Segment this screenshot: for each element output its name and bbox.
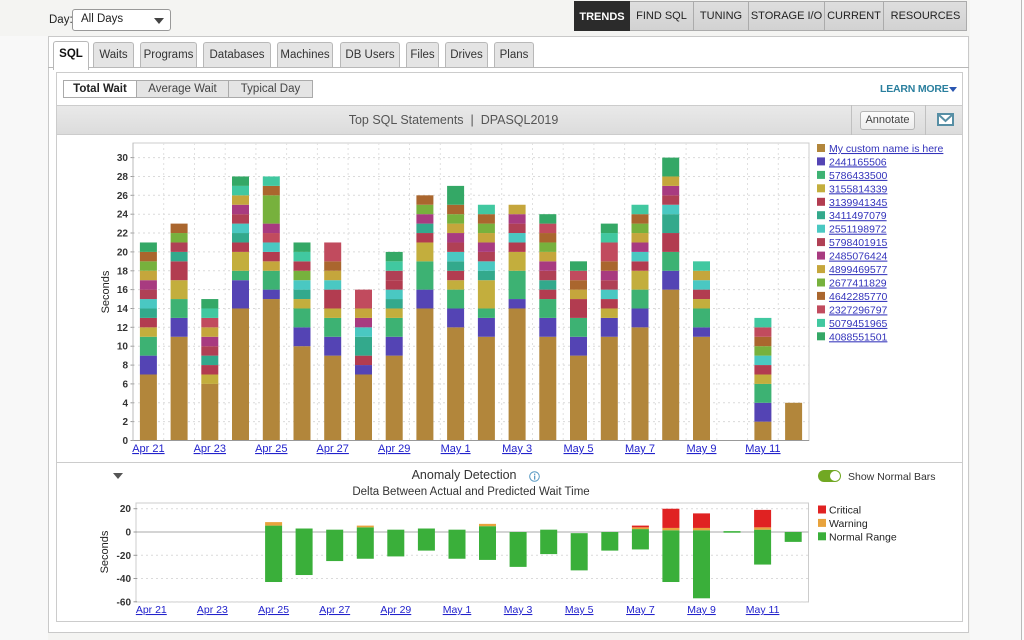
svg-text:6: 6 — [122, 379, 128, 390]
svg-text:Apr 21: Apr 21 — [136, 604, 167, 616]
svg-text:22: 22 — [117, 229, 129, 240]
svg-text:Apr 23: Apr 23 — [194, 443, 226, 455]
svg-text:Apr 21: Apr 21 — [132, 443, 164, 455]
svg-text:2551198972: 2551198972 — [829, 224, 887, 236]
svg-text:May 5: May 5 — [565, 604, 594, 616]
svg-text:May 3: May 3 — [504, 604, 533, 616]
svg-text:Apr 27: Apr 27 — [316, 443, 348, 455]
svg-text:-40: -40 — [117, 574, 132, 585]
svg-text:May 9: May 9 — [687, 604, 716, 616]
svg-text:5079451965: 5079451965 — [829, 318, 888, 330]
svg-text:3411497079: 3411497079 — [829, 210, 887, 222]
svg-text:Apr 27: Apr 27 — [319, 604, 350, 616]
svg-text:20: 20 — [120, 504, 132, 515]
svg-text:May 11: May 11 — [746, 604, 780, 616]
svg-text:Seconds: Seconds — [99, 530, 111, 573]
svg-text:14: 14 — [117, 304, 129, 315]
svg-text:Seconds: Seconds — [100, 270, 112, 313]
svg-text:20: 20 — [117, 247, 129, 258]
svg-text:May 7: May 7 — [626, 604, 655, 616]
svg-text:2: 2 — [122, 417, 128, 428]
svg-text:30: 30 — [117, 153, 129, 164]
svg-text:12: 12 — [117, 323, 129, 334]
svg-text:4088551501: 4088551501 — [829, 331, 888, 343]
svg-text:May 1: May 1 — [441, 443, 471, 455]
svg-text:Normal Range: Normal Range — [829, 531, 897, 543]
svg-text:-60: -60 — [117, 597, 132, 608]
svg-text:10: 10 — [117, 342, 129, 353]
svg-text:May 7: May 7 — [625, 443, 655, 455]
svg-text:May 11: May 11 — [745, 443, 780, 455]
svg-text:5786433500: 5786433500 — [829, 170, 888, 182]
svg-text:8: 8 — [122, 361, 128, 372]
svg-text:0: 0 — [122, 436, 128, 447]
svg-text:3139941345: 3139941345 — [829, 197, 888, 209]
svg-text:5798401915: 5798401915 — [829, 237, 888, 249]
svg-text:Apr 25: Apr 25 — [255, 443, 287, 455]
svg-text:My custom name is here: My custom name is here — [829, 143, 944, 155]
svg-text:May 9: May 9 — [687, 443, 717, 455]
svg-text:16: 16 — [117, 285, 129, 296]
svg-text:4642285770: 4642285770 — [829, 291, 888, 303]
svg-text:May 5: May 5 — [564, 443, 594, 455]
svg-text:2327296797: 2327296797 — [829, 304, 888, 316]
svg-text:0: 0 — [125, 528, 131, 539]
svg-text:-20: -20 — [117, 551, 132, 562]
svg-text:4899469577: 4899469577 — [829, 264, 888, 276]
svg-text:28: 28 — [117, 172, 129, 183]
svg-text:Apr 23: Apr 23 — [197, 604, 228, 616]
svg-text:2485076424: 2485076424 — [829, 251, 888, 263]
svg-text:May 1: May 1 — [443, 604, 472, 616]
svg-text:4: 4 — [122, 398, 128, 409]
svg-text:26: 26 — [117, 191, 129, 202]
svg-text:May 3: May 3 — [502, 443, 532, 455]
svg-text:Warning: Warning — [829, 518, 868, 530]
svg-text:3155814339: 3155814339 — [829, 183, 888, 195]
svg-text:Apr 29: Apr 29 — [380, 604, 411, 616]
svg-text:Critical: Critical — [829, 505, 861, 517]
svg-text:18: 18 — [117, 266, 129, 277]
svg-text:2441165506: 2441165506 — [829, 156, 887, 168]
svg-text:2677411829: 2677411829 — [829, 278, 887, 290]
svg-text:Apr 25: Apr 25 — [258, 604, 289, 616]
svg-text:Apr 29: Apr 29 — [378, 443, 410, 455]
svg-text:24: 24 — [117, 210, 129, 221]
